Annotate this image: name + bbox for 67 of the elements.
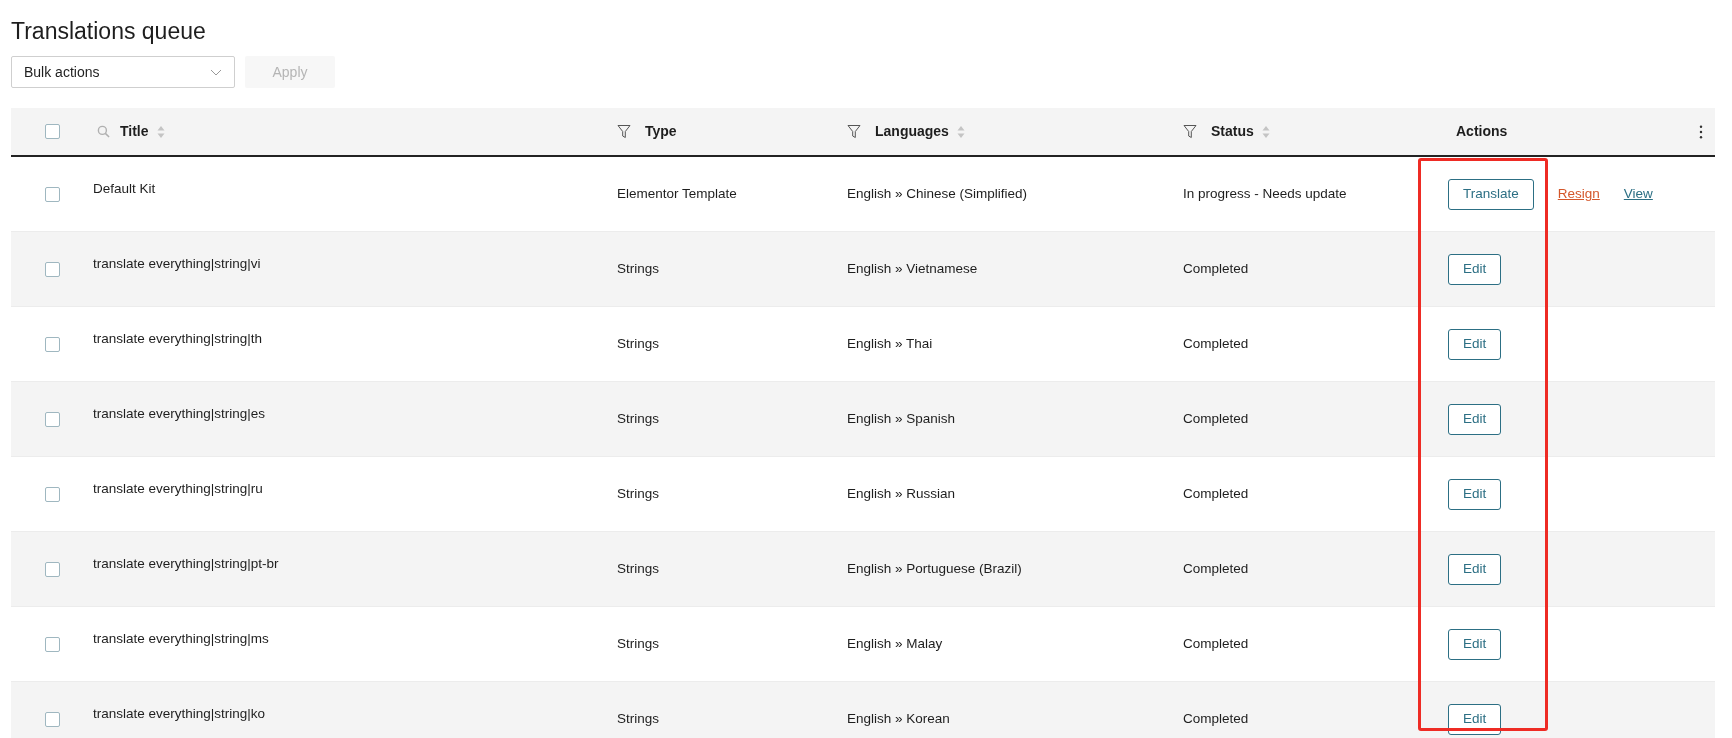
checkbox[interactable] xyxy=(44,486,60,502)
title-cell: translate everything|string|es xyxy=(93,406,266,421)
sort-icon[interactable] xyxy=(956,124,965,139)
more-options-icon[interactable] xyxy=(1699,124,1703,139)
filter-icon[interactable] xyxy=(617,124,631,139)
action-button[interactable]: Edit xyxy=(1448,403,1502,435)
checkbox[interactable] xyxy=(44,636,60,652)
title-cell: translate everything|string|pt-br xyxy=(93,556,279,571)
status-cell-text: Completed xyxy=(1183,709,1249,728)
checkbox[interactable] xyxy=(44,124,60,139)
action-link[interactable]: View xyxy=(1623,183,1653,205)
page-title: Translations queue xyxy=(11,17,207,46)
checkbox[interactable] xyxy=(44,561,60,577)
languages-cell-text: English » Malay xyxy=(847,634,943,653)
title-cell: translate everything|string|ms xyxy=(93,631,269,646)
languages-cell-text: English » Vietnamese xyxy=(847,259,978,278)
languages-cell-text: English » Portuguese (Brazil) xyxy=(847,559,1022,578)
column-header: Status xyxy=(1211,122,1254,141)
column-header: Title xyxy=(120,122,149,141)
status-cell-text: Completed xyxy=(1183,634,1249,653)
type-cell-text: Strings xyxy=(617,709,660,728)
checkbox[interactable] xyxy=(44,411,60,427)
title-cell: translate everything|string|vi xyxy=(93,256,261,271)
action-link[interactable]: Resign xyxy=(1557,183,1600,205)
title-cell: translate everything|string|ko xyxy=(93,706,266,721)
languages-cell-text: English » Russian xyxy=(847,484,956,503)
type-cell-text: Strings xyxy=(617,334,660,353)
checkbox[interactable] xyxy=(44,711,60,727)
action-button[interactable]: Edit xyxy=(1448,478,1502,510)
title-cell: translate everything|string|ru xyxy=(93,481,263,496)
type-cell-text: Strings xyxy=(617,484,660,503)
action-button[interactable]: Translate xyxy=(1448,178,1534,210)
filter-icon[interactable] xyxy=(847,124,861,139)
type-cell-text: Strings xyxy=(617,634,660,653)
column-header: Actions xyxy=(1455,122,1508,141)
action-button[interactable]: Edit xyxy=(1448,553,1502,585)
title-cell: Default Kit xyxy=(93,181,156,196)
checkbox[interactable] xyxy=(44,186,60,202)
column-header: Type xyxy=(645,122,677,141)
action-button[interactable]: Edit xyxy=(1448,628,1502,660)
status-cell-text: Completed xyxy=(1183,334,1249,353)
checkbox[interactable] xyxy=(44,261,60,277)
status-cell-text: Completed xyxy=(1183,484,1249,503)
status-cell-text: Completed xyxy=(1183,259,1249,278)
type-cell-text: Elementor Template xyxy=(617,184,737,203)
status-cell-text: Completed xyxy=(1183,409,1249,428)
status-cell-text: Completed xyxy=(1183,559,1249,578)
action-button[interactable]: Edit xyxy=(1448,253,1502,285)
languages-cell-text: English » Thai xyxy=(847,334,933,353)
action-button[interactable]: Edit xyxy=(1448,328,1502,360)
type-cell-text: Strings xyxy=(617,409,660,428)
action-button[interactable]: Edit xyxy=(1448,703,1502,735)
status-cell-text: In progress - Needs update xyxy=(1183,184,1347,203)
title-cell: translate everything|string|th xyxy=(93,331,263,346)
sort-icon[interactable] xyxy=(1261,124,1270,139)
filter-icon[interactable] xyxy=(1183,124,1197,139)
type-cell-text: Strings xyxy=(617,259,660,278)
bulk-actions-dropdown[interactable]: Bulk actions xyxy=(11,56,235,88)
languages-cell-text: English » Chinese (Simplified) xyxy=(847,184,1028,203)
search-icon[interactable] xyxy=(97,125,110,138)
type-cell-text: Strings xyxy=(617,559,660,578)
checkbox[interactable] xyxy=(44,336,60,352)
chevron-down-icon xyxy=(210,68,222,76)
sort-icon[interactable] xyxy=(156,124,165,139)
languages-cell-text: English » Korean xyxy=(847,709,950,728)
column-header: Languages xyxy=(875,122,949,141)
languages-cell-text: English » Spanish xyxy=(847,409,956,428)
